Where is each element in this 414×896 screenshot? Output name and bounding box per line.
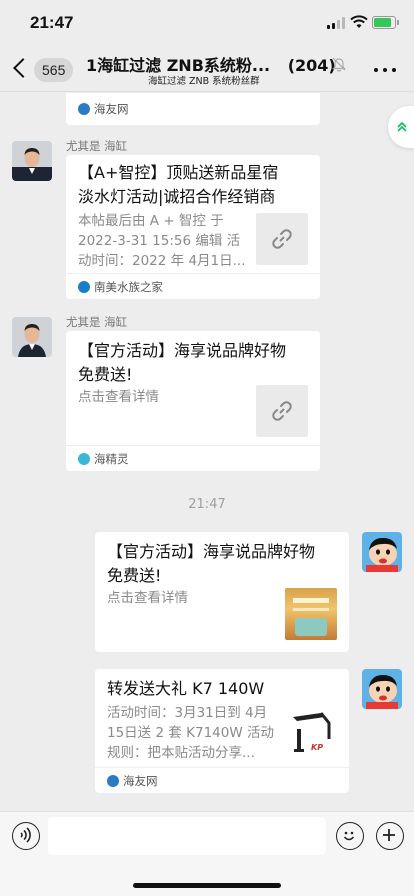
back-button[interactable]: 565: [10, 55, 74, 83]
cartoon-avatar-icon: [362, 532, 402, 572]
message-list[interactable]: 海友网 尤其是 海缸 【A+智控】顶贴送新品星宿 淡水灯活动|诚招合作经销商 本…: [0, 93, 414, 811]
card-title-line: 【官方活动】海享说品牌好物: [78, 341, 287, 360]
input-bar: [0, 811, 414, 896]
link-icon: [272, 401, 292, 421]
card-desc-line: 点击查看详情: [107, 590, 188, 606]
cartoon-avatar-icon: [362, 669, 402, 709]
source-logo-icon: [78, 281, 90, 293]
card-title-line: 淡水灯活动|诚招合作经销商: [78, 187, 276, 206]
source-logo-icon: [107, 775, 119, 787]
avatar[interactable]: [12, 317, 52, 357]
card-title-line: 【官方活动】海享说品牌好物: [107, 542, 316, 561]
link-card[interactable]: 转发送大礼 K7 140W 活动时间：3月31日到 4月 15日送 2 套 K7…: [95, 669, 349, 793]
card-title-line: 免费送!: [107, 566, 162, 585]
self-avatar[interactable]: [362, 532, 402, 572]
cellular-signal-icon: [327, 17, 347, 29]
voice-input-button[interactable]: [12, 822, 40, 850]
source-logo-icon: [78, 453, 90, 465]
card-desc-line: 动时间：2022 年 4月1日...: [78, 253, 246, 269]
mute-bell-icon: [332, 57, 346, 72]
card-desc-line: 15日送 2 套 K7140W 活动: [107, 725, 274, 741]
wifi-icon: [350, 15, 368, 28]
emoji-icon: [343, 831, 355, 841]
source-name: 海友网: [94, 102, 129, 116]
link-card[interactable]: 【官方活动】海享说品牌好物 免费送! 点击查看详情: [95, 532, 349, 652]
source-name: 海友网: [123, 774, 158, 788]
card-desc-line: 2022-3-31 15:56 编辑 活: [78, 233, 241, 249]
more-options-button[interactable]: [374, 58, 398, 78]
avatar[interactable]: [12, 141, 52, 181]
more-functions-button[interactable]: [376, 822, 404, 850]
card-source: 海友网: [95, 767, 349, 793]
source-name: 南美水族之家: [94, 280, 163, 294]
link-card[interactable]: 【官方活动】海享说品牌好物 免费送! 点击查看详情 海精灵: [66, 331, 320, 471]
chat-header: 565 1海缸过滤 ZNB系统粉... (204) 海缸过滤 ZNB 系统粉丝群: [0, 46, 414, 92]
card-desc-line: 规则：把本贴活动分享...: [107, 745, 255, 761]
link-card[interactable]: 【A+智控】顶贴送新品星宿 淡水灯活动|诚招合作经销商 本帖最后由 A + 智控…: [66, 155, 320, 299]
card-thumbnail: KP: [285, 705, 337, 757]
card-thumbnail: [256, 385, 308, 437]
status-bar: 21:47: [0, 0, 414, 46]
source-name: 海精灵: [94, 452, 129, 466]
link-icon: [272, 229, 292, 249]
card-desc-line: 活动时间：3月31日到 4月: [107, 705, 268, 721]
card-source: 海友网: [66, 93, 320, 125]
card-thumbnail: [285, 588, 337, 640]
member-count: (204): [287, 56, 336, 75]
emoji-button[interactable]: [336, 822, 364, 850]
chevron-left-icon: [13, 58, 33, 78]
scroll-to-unread-button[interactable]: [388, 106, 414, 148]
status-time: 21:47: [30, 13, 74, 32]
card-title-line: 转发送大礼 K7 140W: [107, 679, 265, 698]
sender-name: 尤其是 海缸: [66, 315, 128, 329]
card-title-line: 免费送!: [78, 365, 133, 384]
voice-icon: [20, 827, 31, 843]
card-source: 海精灵: [66, 445, 320, 471]
person-avatar-icon: [12, 141, 52, 181]
message-input[interactable]: [48, 817, 326, 855]
self-avatar[interactable]: [362, 669, 402, 709]
sender-name: 尤其是 海缸: [66, 139, 128, 153]
card-desc-line: 本帖最后由 A + 智控 于: [78, 213, 224, 229]
card-title-line: 【A+智控】顶贴送新品星宿: [78, 163, 279, 182]
battery-icon: [372, 16, 399, 29]
home-indicator[interactable]: [133, 883, 281, 888]
link-card[interactable]: 海友网: [66, 93, 320, 125]
card-source: 南美水族之家: [66, 273, 320, 299]
card-desc-line: 点击查看详情: [78, 389, 159, 405]
plus-icon: [383, 829, 395, 841]
unread-count-badge: 565: [34, 58, 74, 82]
chat-subtitle: 海缸过滤 ZNB 系统粉丝群: [148, 76, 260, 87]
source-logo-icon: [78, 103, 90, 115]
person-avatar-icon: [12, 317, 52, 357]
thumb-label: KP: [311, 743, 324, 752]
double-chevron-up-icon: [397, 121, 407, 132]
card-thumbnail: [256, 213, 308, 265]
message-timestamp: 21:47: [188, 497, 226, 512]
